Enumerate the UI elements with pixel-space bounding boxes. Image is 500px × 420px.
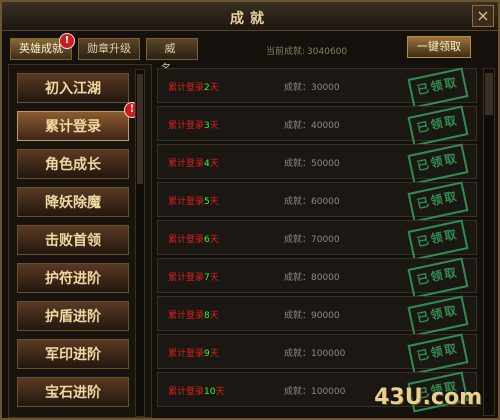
tab-label: 英雄成就 — [19, 42, 63, 55]
claimed-stamp-icon: 已领取 — [407, 143, 469, 185]
category-button[interactable]: 军印进阶 — [17, 339, 129, 369]
category-label: 宝石进阶 — [45, 385, 101, 401]
claimed-stamp-icon: 已领取 — [407, 333, 469, 375]
category-button[interactable]: 降妖除魔 — [17, 187, 129, 217]
achievement-row: 累计登录8天 成就：90000 已领取 — [157, 295, 477, 337]
title-bar: 成就 × — [2, 2, 498, 31]
close-button[interactable]: × — [472, 5, 494, 27]
row-label: 累计登录7天 — [168, 273, 219, 283]
category-label: 护符进阶 — [45, 271, 101, 287]
achievement-row: 累计登录5天 成就：60000 已领取 — [157, 181, 477, 223]
scroll-thumb[interactable] — [137, 74, 143, 184]
category-button[interactable]: 宝石进阶 — [17, 377, 129, 407]
row-achievement: 成就：50000 — [284, 159, 340, 169]
current-points: 当前成就: 3040600 — [264, 44, 347, 57]
category-button[interactable]: 护盾进阶 — [17, 301, 129, 331]
tab-hero-achievement[interactable]: 英雄成就 ! — [10, 33, 75, 60]
row-label: 累计登录9天 — [168, 349, 219, 359]
category-button[interactable]: 击败首领 — [17, 225, 129, 255]
row-label: 累计登录3天 — [168, 121, 219, 131]
category-label: 击败首领 — [45, 233, 101, 249]
scroll-thumb[interactable] — [485, 73, 493, 115]
category-button[interactable]: 角色成长 — [17, 149, 129, 179]
achievement-row: 累计登录4天 成就：50000 已领取 — [157, 143, 477, 185]
claimed-stamp-icon: 已领取 — [407, 257, 469, 299]
category-label: 角色成长 — [45, 157, 101, 173]
tab-prestige[interactable]: 威名 — [146, 38, 198, 75]
row-achievement: 成就：90000 — [284, 311, 340, 321]
row-achievement: 成就：100000 — [284, 349, 346, 359]
row-achievement: 成就：30000 — [284, 83, 340, 93]
category-label: 累计登录 — [45, 119, 101, 135]
row-label: 累计登录4天 — [168, 159, 219, 169]
row-achievement: 成就：40000 — [284, 121, 340, 131]
row-label: 累计登录6天 — [168, 235, 219, 245]
achievement-list: 累计登录2天 成就：30000 已领取 累计登录3天 成就：40000 已领取 … — [157, 64, 497, 416]
row-label: 累计登录8天 — [168, 311, 219, 321]
achievement-row: 累计登录2天 成就：30000 已领取 — [157, 67, 477, 109]
row-achievement: 成就：70000 — [284, 235, 340, 245]
claim-all-button[interactable]: 一键领取 — [407, 36, 471, 58]
achievement-window: 成就 × 英雄成就 ! 勋章升级 威名 当前成就:3040600 一键领取 初入… — [0, 0, 500, 420]
achievement-row: 累计登录9天 成就：100000 已领取 — [157, 333, 477, 375]
category-panel: 初入江湖 累计登录 ! 角色成长 降妖除魔 击败首领 护符进阶 护盾进阶 军印进… — [8, 64, 152, 418]
row-achievement: 成就：100000 — [284, 387, 346, 397]
row-label: 累计登录2天 — [168, 83, 219, 93]
category-button[interactable]: 护符进阶 — [17, 263, 129, 293]
tab-medal-upgrade[interactable]: 勋章升级 — [78, 38, 140, 60]
category-label: 初入江湖 — [45, 81, 101, 97]
claimed-stamp-icon: 已领取 — [407, 105, 469, 147]
category-label: 护盾进阶 — [45, 309, 101, 325]
claimed-stamp-icon: 已领取 — [407, 295, 469, 337]
category-scrollbar[interactable] — [135, 69, 145, 417]
current-points-value: 3040600 — [307, 47, 348, 57]
achievement-scrollbar[interactable] — [483, 68, 495, 416]
row-label: 累计登录5天 — [168, 197, 219, 207]
site-watermark: 43U.com — [374, 385, 482, 410]
category-button[interactable]: 初入江湖 — [17, 73, 129, 103]
achievement-row: 累计登录6天 成就：70000 已领取 — [157, 219, 477, 261]
claimed-stamp-icon: 已领取 — [407, 219, 469, 261]
alert-badge-icon: ! — [59, 33, 75, 49]
claimed-stamp-icon: 已领取 — [407, 67, 469, 109]
category-button[interactable]: 累计登录 ! — [17, 102, 140, 141]
category-label: 降妖除魔 — [45, 195, 101, 211]
row-label: 累计登录10天 — [168, 387, 225, 397]
category-label: 军印进阶 — [45, 347, 101, 363]
row-achievement: 成就：80000 — [284, 273, 340, 283]
claimed-stamp-icon: 已领取 — [407, 181, 469, 223]
achievement-row: 累计登录3天 成就：40000 已领取 — [157, 105, 477, 147]
tab-label: 勋章升级 — [87, 42, 131, 55]
achievement-row: 累计登录7天 成就：80000 已领取 — [157, 257, 477, 299]
current-points-label: 当前成就: — [266, 47, 306, 57]
row-achievement: 成就：60000 — [284, 197, 340, 207]
window-title: 成就 — [230, 11, 270, 27]
